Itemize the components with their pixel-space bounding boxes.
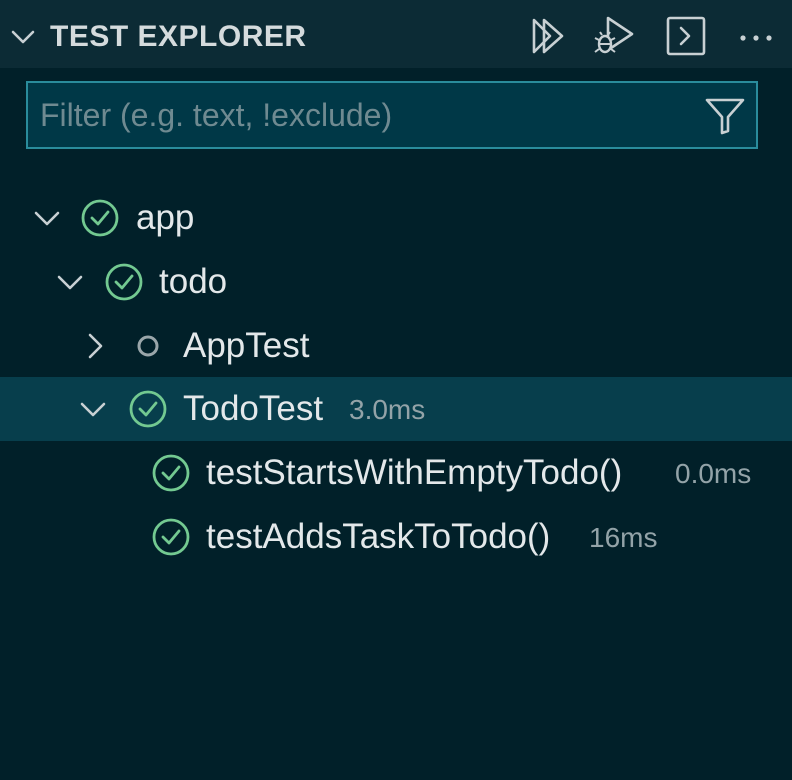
passed-check-icon (105, 263, 143, 301)
passed-check-icon (152, 518, 190, 556)
tree-item-label: todo (159, 262, 228, 301)
passed-check-icon (81, 199, 119, 237)
tree-item-test-adds-task-to-todo[interactable]: testAddsTaskToTodo() 16ms (0, 505, 792, 569)
chevron-down-icon[interactable] (78, 394, 108, 424)
test-explorer-panel: TEST EXPLORER Filter (e.g. text, !exclud… (0, 0, 792, 780)
test-duration: 3.0ms (349, 394, 426, 425)
tree-item-label: app (136, 198, 195, 237)
more-actions-icon (740, 35, 772, 41)
filter-box (26, 81, 758, 149)
not-run-circle-icon (137, 335, 159, 357)
chevron-down-icon[interactable] (32, 203, 62, 233)
tree-item-todotest[interactable]: TodoTest 3.0ms (0, 377, 792, 441)
tree-item-todo[interactable]: todo (0, 250, 792, 314)
more-actions-button[interactable] (734, 14, 778, 58)
passed-check-icon (129, 390, 167, 428)
tree-item-label: testStartsWithEmptyTodo() (206, 453, 623, 492)
chevron-right-icon[interactable] (80, 331, 110, 361)
tree-item-app[interactable]: app (0, 186, 792, 250)
tree-item-label: TodoTest (183, 389, 324, 428)
panel-header[interactable]: TEST EXPLORER (0, 0, 792, 68)
panel-title: TEST EXPLORER (50, 20, 307, 53)
test-duration: 0.0ms (675, 458, 752, 489)
show-output-button[interactable] (664, 14, 708, 58)
chevron-down-icon[interactable] (55, 267, 85, 297)
tree-item-test-starts-with-empty-todo[interactable]: testStartsWithEmptyTodo() 0.0ms (0, 441, 792, 505)
tree-item-apptest[interactable]: AppTest (0, 314, 792, 378)
test-duration: 16ms (589, 522, 658, 553)
tree-item-label: testAddsTaskToTodo() (206, 517, 551, 556)
debug-tests-icon (594, 16, 634, 54)
run-tests-button[interactable] (526, 14, 570, 58)
terminal-icon (666, 16, 706, 56)
filter-icon[interactable] (704, 95, 746, 137)
tree-item-label: AppTest (183, 326, 310, 365)
run-tests-icon (532, 18, 564, 54)
filter-input[interactable] (40, 83, 690, 147)
chevron-down-icon[interactable] (8, 22, 38, 52)
debug-tests-button[interactable] (592, 14, 636, 58)
passed-check-icon (152, 454, 190, 492)
